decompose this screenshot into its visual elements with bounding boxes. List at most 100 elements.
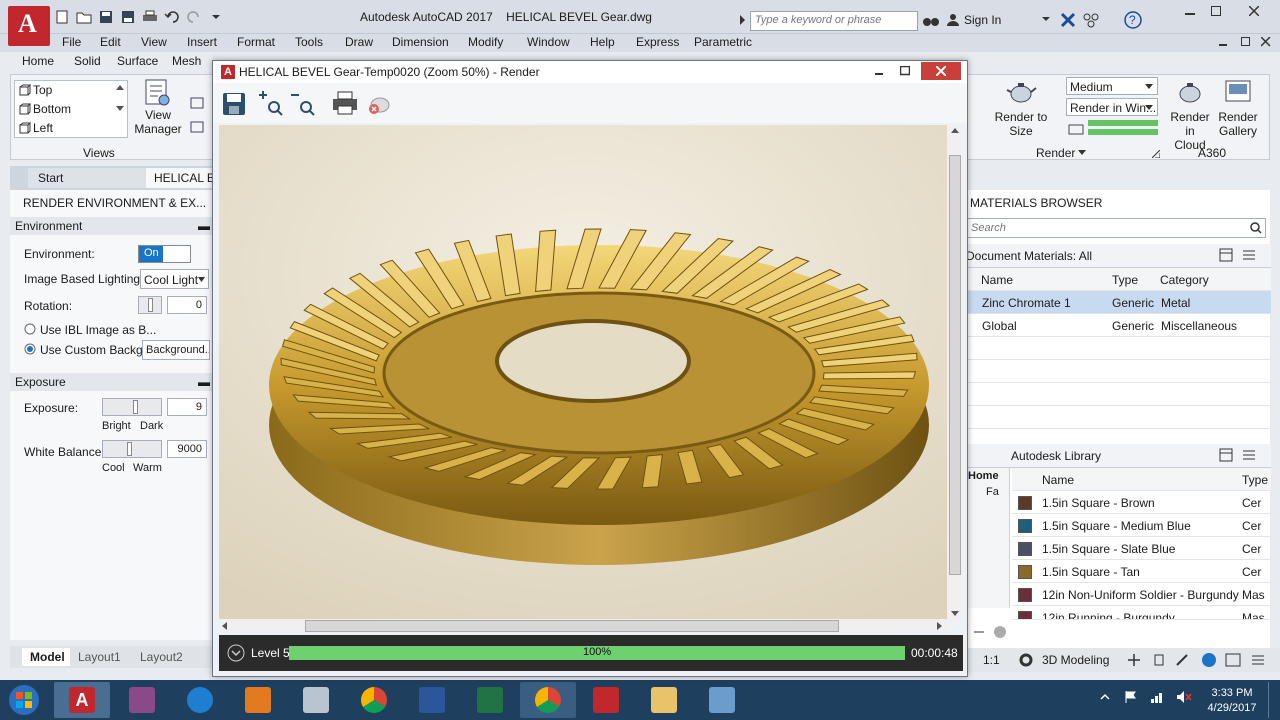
table-row[interactable]: Global Generic Miscellaneous xyxy=(966,314,1271,337)
tab-current-drawing[interactable]: HELICAL BE xyxy=(146,168,216,188)
fullscreen-icon[interactable] xyxy=(1225,653,1241,667)
scroll-thumb[interactable] xyxy=(305,620,839,632)
column-header-name[interactable]: Name xyxy=(1042,473,1074,487)
network-icon[interactable] xyxy=(1150,690,1164,704)
view-toggle-icon[interactable] xyxy=(1219,448,1233,462)
library-row[interactable]: 1.5in Square - Slate Blue Cer xyxy=(1012,537,1271,560)
collapse-icon[interactable]: ▬ xyxy=(198,219,210,233)
application-menu-button[interactable]: A xyxy=(8,6,50,46)
scroll-up-icon[interactable] xyxy=(951,127,959,133)
print-icon[interactable] xyxy=(331,90,359,116)
cancel-render-icon[interactable] xyxy=(367,93,393,115)
tab-layout1[interactable]: Layout1 xyxy=(78,650,121,664)
tab-home[interactable]: Home xyxy=(22,54,54,68)
tab-start[interactable]: Start xyxy=(28,168,146,188)
view-item-left[interactable]: Left xyxy=(19,121,53,135)
library-tree[interactable]: Home Fa xyxy=(966,468,1010,608)
column-header-type[interactable]: Type xyxy=(1242,473,1268,487)
taskbar-ie[interactable] xyxy=(172,682,228,718)
workspace-switch[interactable]: 3D Modeling xyxy=(1042,653,1109,667)
tab-mesh[interactable]: Mesh xyxy=(172,54,201,68)
slider-thumb[interactable] xyxy=(148,298,153,312)
save-icon[interactable] xyxy=(221,91,247,117)
close-button[interactable] xyxy=(1234,3,1274,19)
taskbar-acrobat[interactable] xyxy=(578,682,634,718)
doc-close-button[interactable] xyxy=(1254,36,1278,48)
minimize-button[interactable] xyxy=(1178,3,1202,19)
tab-solid[interactable]: Solid xyxy=(74,54,101,68)
menu-file[interactable]: File xyxy=(62,35,81,49)
white-balance-input[interactable]: 9000 xyxy=(167,440,207,458)
view-item-bottom[interactable]: Bottom xyxy=(19,102,71,116)
background-button[interactable]: Background... xyxy=(142,340,210,360)
user-icon[interactable] xyxy=(946,13,960,27)
chevron-down-icon[interactable] xyxy=(1042,15,1050,23)
isolate-icon[interactable] xyxy=(1153,653,1165,667)
rotation-input[interactable]: 0 xyxy=(167,296,207,314)
library-row[interactable]: 1.5in Square - Medium Blue Cer xyxy=(1012,514,1271,537)
library-row[interactable]: 12in Running - Burgundy Mas xyxy=(1012,606,1271,620)
doc-minimize-button[interactable] xyxy=(1212,36,1236,48)
views-gallery[interactable]: Top Bottom Left xyxy=(14,80,128,138)
volume-mute-icon[interactable] xyxy=(1176,690,1192,704)
taskbar-excel[interactable] xyxy=(462,682,518,718)
render-to-size-button[interactable]: Render to Size xyxy=(982,78,1060,138)
render-in-select[interactable]: Render in Win... xyxy=(1066,98,1158,116)
menu-view[interactable]: View xyxy=(141,35,167,49)
scroll-down-icon[interactable] xyxy=(116,106,124,112)
scroll-thumb[interactable] xyxy=(949,155,961,575)
tree-home[interactable]: Home xyxy=(968,470,999,482)
restore-button[interactable] xyxy=(1204,3,1228,19)
custom-bg-radio[interactable] xyxy=(24,343,36,355)
chevron-down-icon[interactable] xyxy=(208,9,224,25)
help-icon[interactable]: ? xyxy=(1124,11,1142,29)
customize-icon[interactable] xyxy=(1251,653,1265,667)
table-row[interactable]: Zinc Chromate 1 Generic Metal xyxy=(966,291,1271,314)
clean-screen-icon[interactable] xyxy=(1201,652,1217,668)
render-quality-select[interactable]: Medium xyxy=(1066,77,1158,95)
gear-icon[interactable] xyxy=(1019,653,1033,667)
taskbar-screenshot[interactable] xyxy=(694,682,750,718)
scroll-up-icon[interactable] xyxy=(116,84,124,90)
zoom-in-icon[interactable] xyxy=(257,89,285,117)
library-title[interactable]: Autodesk Library xyxy=(1011,449,1101,463)
tab-surface[interactable]: Surface xyxy=(117,54,158,68)
taskbar-explorer[interactable] xyxy=(636,682,692,718)
rotation-slider[interactable] xyxy=(138,296,162,314)
column-header-type[interactable]: Type xyxy=(1112,273,1138,287)
flag-icon[interactable] xyxy=(1124,690,1138,704)
menu-modify[interactable]: Modify xyxy=(468,35,503,49)
plus-icon[interactable] xyxy=(1127,653,1141,667)
horizontal-scrollbar[interactable] xyxy=(219,619,947,633)
view-toggle-icon[interactable] xyxy=(1219,248,1233,262)
list-view-icon[interactable] xyxy=(1242,248,1256,262)
tray-arrow-icon[interactable] xyxy=(1100,692,1110,702)
menu-window[interactable]: Window xyxy=(527,35,570,49)
vertical-scrollbar[interactable] xyxy=(947,125,963,619)
menu-edit[interactable]: Edit xyxy=(100,35,121,49)
menu-help[interactable]: Help xyxy=(590,35,615,49)
scroll-left-icon[interactable] xyxy=(221,622,227,630)
zoom-out-icon[interactable] xyxy=(289,89,317,117)
render-gallery-button[interactable]: Render Gallery xyxy=(1216,78,1260,138)
menu-insert[interactable]: Insert xyxy=(187,35,217,49)
materials-search-input[interactable]: Search xyxy=(966,218,1266,238)
library-row[interactable]: 12in Non-Uniform Soldier - Burgundy Mas xyxy=(1012,583,1271,606)
exchange-icon[interactable] xyxy=(1060,12,1076,28)
document-materials-label[interactable]: Document Materials: All xyxy=(966,249,1092,263)
minimize-button[interactable] xyxy=(867,63,891,79)
library-row[interactable]: 1.5in Square - Tan Cer xyxy=(1012,560,1271,583)
maximize-button[interactable] xyxy=(893,63,917,79)
taskbar-chrome[interactable] xyxy=(346,682,402,718)
save-as-icon[interactable] xyxy=(120,9,136,25)
chevron-right-icon[interactable] xyxy=(738,13,748,27)
view-item-top[interactable]: Top xyxy=(19,83,52,97)
scroll-down-icon[interactable] xyxy=(951,611,959,617)
column-header-category[interactable]: Category xyxy=(1160,273,1209,287)
collapse-icon[interactable]: ▬ xyxy=(198,375,210,389)
taskbar-autocad[interactable]: A xyxy=(54,682,110,718)
exposure-input[interactable]: 9 xyxy=(167,398,207,416)
taskbar-word[interactable] xyxy=(404,682,460,718)
menu-express[interactable]: Express xyxy=(636,35,679,49)
column-header-name[interactable]: Name xyxy=(981,273,1013,287)
